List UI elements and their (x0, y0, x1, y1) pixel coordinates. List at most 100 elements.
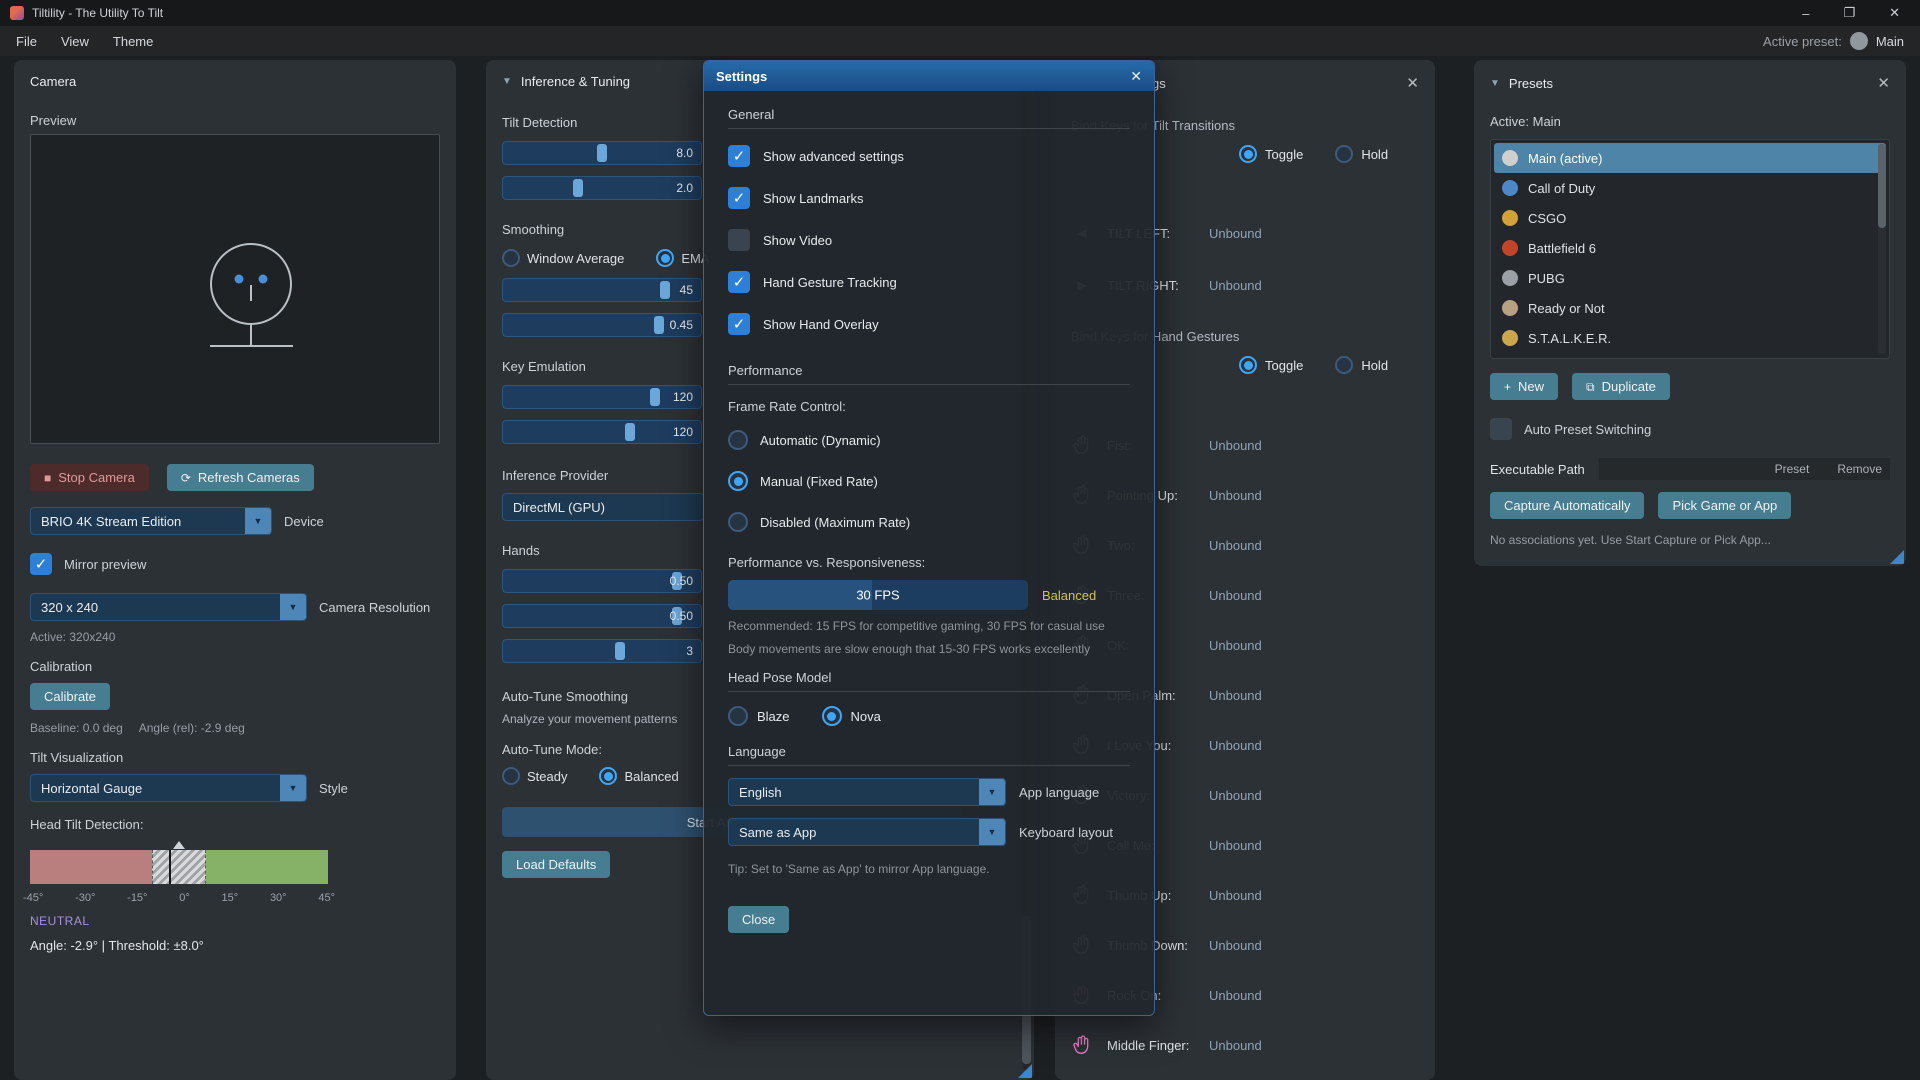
binding-value[interactable]: Unbound (1209, 588, 1262, 603)
collapse-icon[interactable]: ▼ (1490, 78, 1500, 89)
window-average-radio[interactable] (502, 249, 520, 267)
preset-item[interactable]: PUBG (1494, 263, 1886, 293)
chevron-down-icon[interactable]: ▼ (280, 594, 306, 620)
provider-select[interactable]: DirectML (GPU) (502, 493, 704, 521)
maximize-button[interactable]: ❐ (1843, 5, 1855, 21)
close-icon[interactable]: ✕ (1406, 74, 1419, 92)
show-hand-overlay-checkbox[interactable] (728, 313, 750, 335)
keyboard-layout-select[interactable]: Same as App ▼ (728, 818, 1006, 846)
blaze-radio[interactable] (728, 706, 748, 726)
preset-item[interactable]: Main (active) (1494, 143, 1886, 173)
binding-value[interactable]: Unbound (1209, 788, 1262, 803)
slider-tilt-margin[interactable]: 2.0 (502, 176, 702, 200)
pick-game-button[interactable]: Pick Game or App (1658, 492, 1791, 519)
setting-row[interactable]: Show Video (728, 225, 1130, 255)
mirror-preview-checkbox[interactable] (30, 553, 52, 575)
chevron-down-icon[interactable]: ▼ (979, 779, 1005, 805)
nova-radio[interactable] (822, 706, 842, 726)
capture-automatically-button[interactable]: Capture Automatically (1490, 492, 1644, 519)
hand-gesture-tracking-checkbox[interactable] (728, 271, 750, 293)
framerate-option[interactable]: Manual (Fixed Rate) (728, 466, 1130, 496)
disabled-maximum-radio[interactable] (728, 512, 748, 532)
slider-handle[interactable] (615, 642, 625, 660)
chevron-down-icon[interactable]: ▼ (979, 819, 1005, 845)
slider-handle[interactable] (625, 423, 635, 441)
binding-value[interactable]: Unbound (1209, 278, 1262, 293)
setting-row[interactable]: Show advanced settings (728, 141, 1130, 171)
slider-hand-1[interactable]: 0.50 (502, 569, 702, 593)
chevron-down-icon[interactable]: ▼ (280, 775, 306, 801)
hand-toggle-radio[interactable] (1239, 356, 1257, 374)
gauge-style-select[interactable]: Horizontal Gauge ▼ (30, 774, 307, 802)
auto-preset-switching-checkbox[interactable] (1490, 418, 1512, 440)
menu-theme[interactable]: Theme (113, 34, 153, 49)
slider-hand-3[interactable]: 3 (502, 639, 702, 663)
binding-value[interactable]: Unbound (1209, 438, 1262, 453)
minimize-button[interactable]: – (1802, 6, 1809, 21)
framerate-option[interactable]: Automatic (Dynamic) (728, 425, 1130, 455)
binding-value[interactable]: Unbound (1209, 888, 1262, 903)
tilt-hold-radio[interactable] (1335, 145, 1353, 163)
close-button[interactable]: ✕ (1889, 5, 1900, 21)
new-preset-button[interactable]: + New (1490, 373, 1558, 400)
slider-handle[interactable] (654, 316, 664, 334)
balanced-radio[interactable] (599, 767, 617, 785)
close-icon[interactable]: ✕ (1130, 68, 1142, 85)
automatic-dynamic-radio[interactable] (728, 430, 748, 450)
resize-grip[interactable] (1890, 550, 1904, 564)
menu-view[interactable]: View (61, 34, 89, 49)
close-icon[interactable]: ✕ (1877, 74, 1890, 92)
slider-ema-alpha[interactable]: 0.45 (502, 313, 702, 337)
preset-item[interactable]: CSGO (1494, 203, 1886, 233)
tilt-toggle-radio[interactable] (1239, 145, 1257, 163)
device-select[interactable]: BRIO 4K Stream Edition ▼ (30, 507, 272, 535)
hand-hold-radio[interactable] (1335, 356, 1353, 374)
slider-hand-2[interactable]: 0.50 (502, 604, 702, 628)
binding-value[interactable]: Unbound (1209, 1038, 1262, 1053)
show-landmarks-checkbox[interactable] (728, 187, 750, 209)
fps-slider[interactable]: 30 FPS (728, 580, 1028, 610)
binding-value[interactable]: Unbound (1209, 538, 1262, 553)
load-defaults-button[interactable]: Load Defaults (502, 851, 610, 878)
stop-camera-button[interactable]: ■ Stop Camera (30, 464, 149, 491)
slider-tilt-angle[interactable]: 8.0 (502, 141, 702, 165)
binding-value[interactable]: Unbound (1209, 638, 1262, 653)
binding-value[interactable]: Unbound (1209, 226, 1262, 241)
preset-item[interactable]: Call of Duty (1494, 173, 1886, 203)
setting-row[interactable]: Show Landmarks (728, 183, 1130, 213)
setting-row[interactable]: Show Hand Overlay (728, 309, 1130, 339)
slider-key-1[interactable]: 120 (502, 385, 702, 409)
binding-value[interactable]: Unbound (1209, 938, 1262, 953)
show-video-checkbox[interactable] (728, 229, 750, 251)
slider-smoothing-window[interactable]: 45 (502, 278, 702, 302)
binding-value[interactable]: Unbound (1209, 838, 1262, 853)
setting-row[interactable]: Hand Gesture Tracking (728, 267, 1130, 297)
ema-radio[interactable] (656, 249, 674, 267)
manual-fixed-radio[interactable] (728, 471, 748, 491)
slider-handle[interactable] (650, 388, 660, 406)
calibrate-button[interactable]: Calibrate (30, 683, 110, 710)
binding-value[interactable]: Unbound (1209, 738, 1262, 753)
preset-item[interactable]: Ready or Not (1494, 293, 1886, 323)
show-advanced-checkbox[interactable] (728, 145, 750, 167)
preset-item[interactable]: Battlefield 6 (1494, 233, 1886, 263)
collapse-icon[interactable]: ▼ (502, 76, 512, 87)
binding-row-gesture[interactable]: Middle Finger: Unbound (1071, 1030, 1419, 1060)
resize-grip[interactable] (1018, 1064, 1032, 1078)
binding-value[interactable]: Unbound (1209, 688, 1262, 703)
preset-item[interactable]: S.T.A.L.K.E.R. (1494, 323, 1886, 353)
slider-handle[interactable] (660, 281, 670, 299)
duplicate-preset-button[interactable]: ⧉ Duplicate (1572, 373, 1670, 400)
slider-key-2[interactable]: 120 (502, 420, 702, 444)
menu-file[interactable]: File (16, 34, 37, 49)
scrollbar-thumb[interactable] (1878, 144, 1886, 228)
scrollbar-track[interactable] (1878, 144, 1886, 354)
app-language-select[interactable]: English ▼ (728, 778, 1006, 806)
resolution-select[interactable]: 320 x 240 ▼ (30, 593, 307, 621)
close-settings-button[interactable]: Close (728, 906, 789, 933)
chevron-down-icon[interactable]: ▼ (245, 508, 271, 534)
binding-value[interactable]: Unbound (1209, 988, 1262, 1003)
framerate-option[interactable]: Disabled (Maximum Rate) (728, 507, 1130, 537)
binding-value[interactable]: Unbound (1209, 488, 1262, 503)
slider-handle[interactable] (597, 144, 607, 162)
